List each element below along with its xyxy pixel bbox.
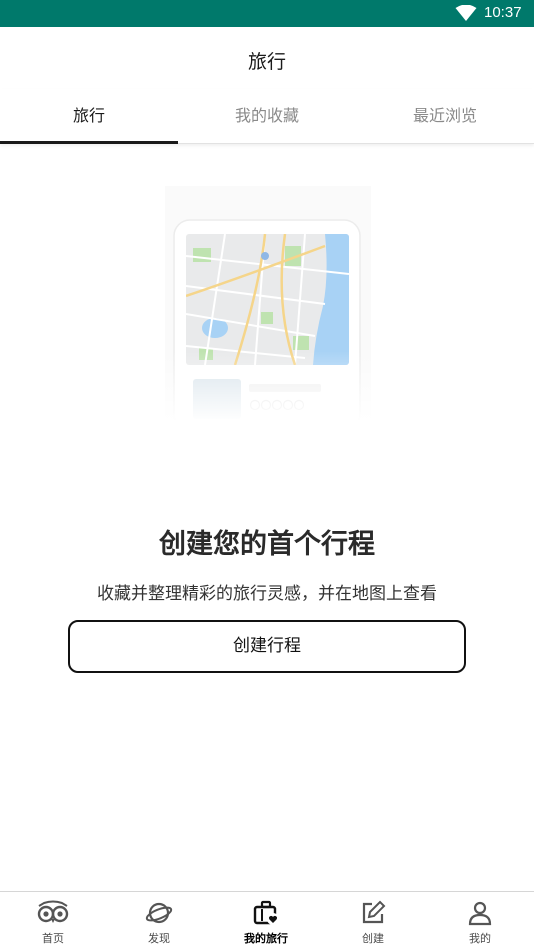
create-trip-button[interactable]: 创建行程 xyxy=(68,620,466,673)
page-title: 旅行 xyxy=(247,51,286,73)
tab-trips[interactable]: 旅行 xyxy=(0,89,178,144)
nav-item-discover[interactable]: 发现 xyxy=(106,892,212,949)
empty-state-subtitle: 收藏并整理精彩的旅行灵感，并在地图上查看 xyxy=(97,584,437,604)
owl-icon xyxy=(37,900,69,923)
nav-item-profile[interactable]: 我的 xyxy=(427,892,533,949)
empty-state-title: 创建您的首个行程 xyxy=(159,529,375,560)
status-time: 10:37 xyxy=(484,4,522,21)
trip-map-illustration xyxy=(165,186,371,422)
nav-label-discover: 发现 xyxy=(148,932,170,945)
planet-icon xyxy=(145,902,173,924)
tab-bar: 旅行 我的收藏 最近浏览 xyxy=(0,89,534,144)
nav-label-home: 首页 xyxy=(42,932,64,945)
tab-recently-viewed[interactable]: 最近浏览 xyxy=(356,89,534,143)
nav-label-profile: 我的 xyxy=(469,932,491,945)
status-bar: 10:37 xyxy=(0,0,534,27)
nav-item-my-trips[interactable]: 我的旅行 xyxy=(213,892,319,949)
wifi-icon xyxy=(455,5,477,21)
person-icon xyxy=(468,901,492,926)
nav-item-create[interactable]: 创建 xyxy=(320,892,426,949)
edit-icon xyxy=(362,900,386,924)
bottom-nav: 首页 发现 我的旅行 创建 我的 xyxy=(0,891,534,949)
nav-item-home[interactable]: 首页 xyxy=(0,892,106,949)
suitcase-heart-icon xyxy=(253,900,279,925)
tab-saves[interactable]: 我的收藏 xyxy=(178,89,356,143)
app-bar: 旅行 xyxy=(0,27,534,89)
nav-label-my-trips: 我的旅行 xyxy=(244,932,288,945)
nav-label-create: 创建 xyxy=(362,932,384,945)
